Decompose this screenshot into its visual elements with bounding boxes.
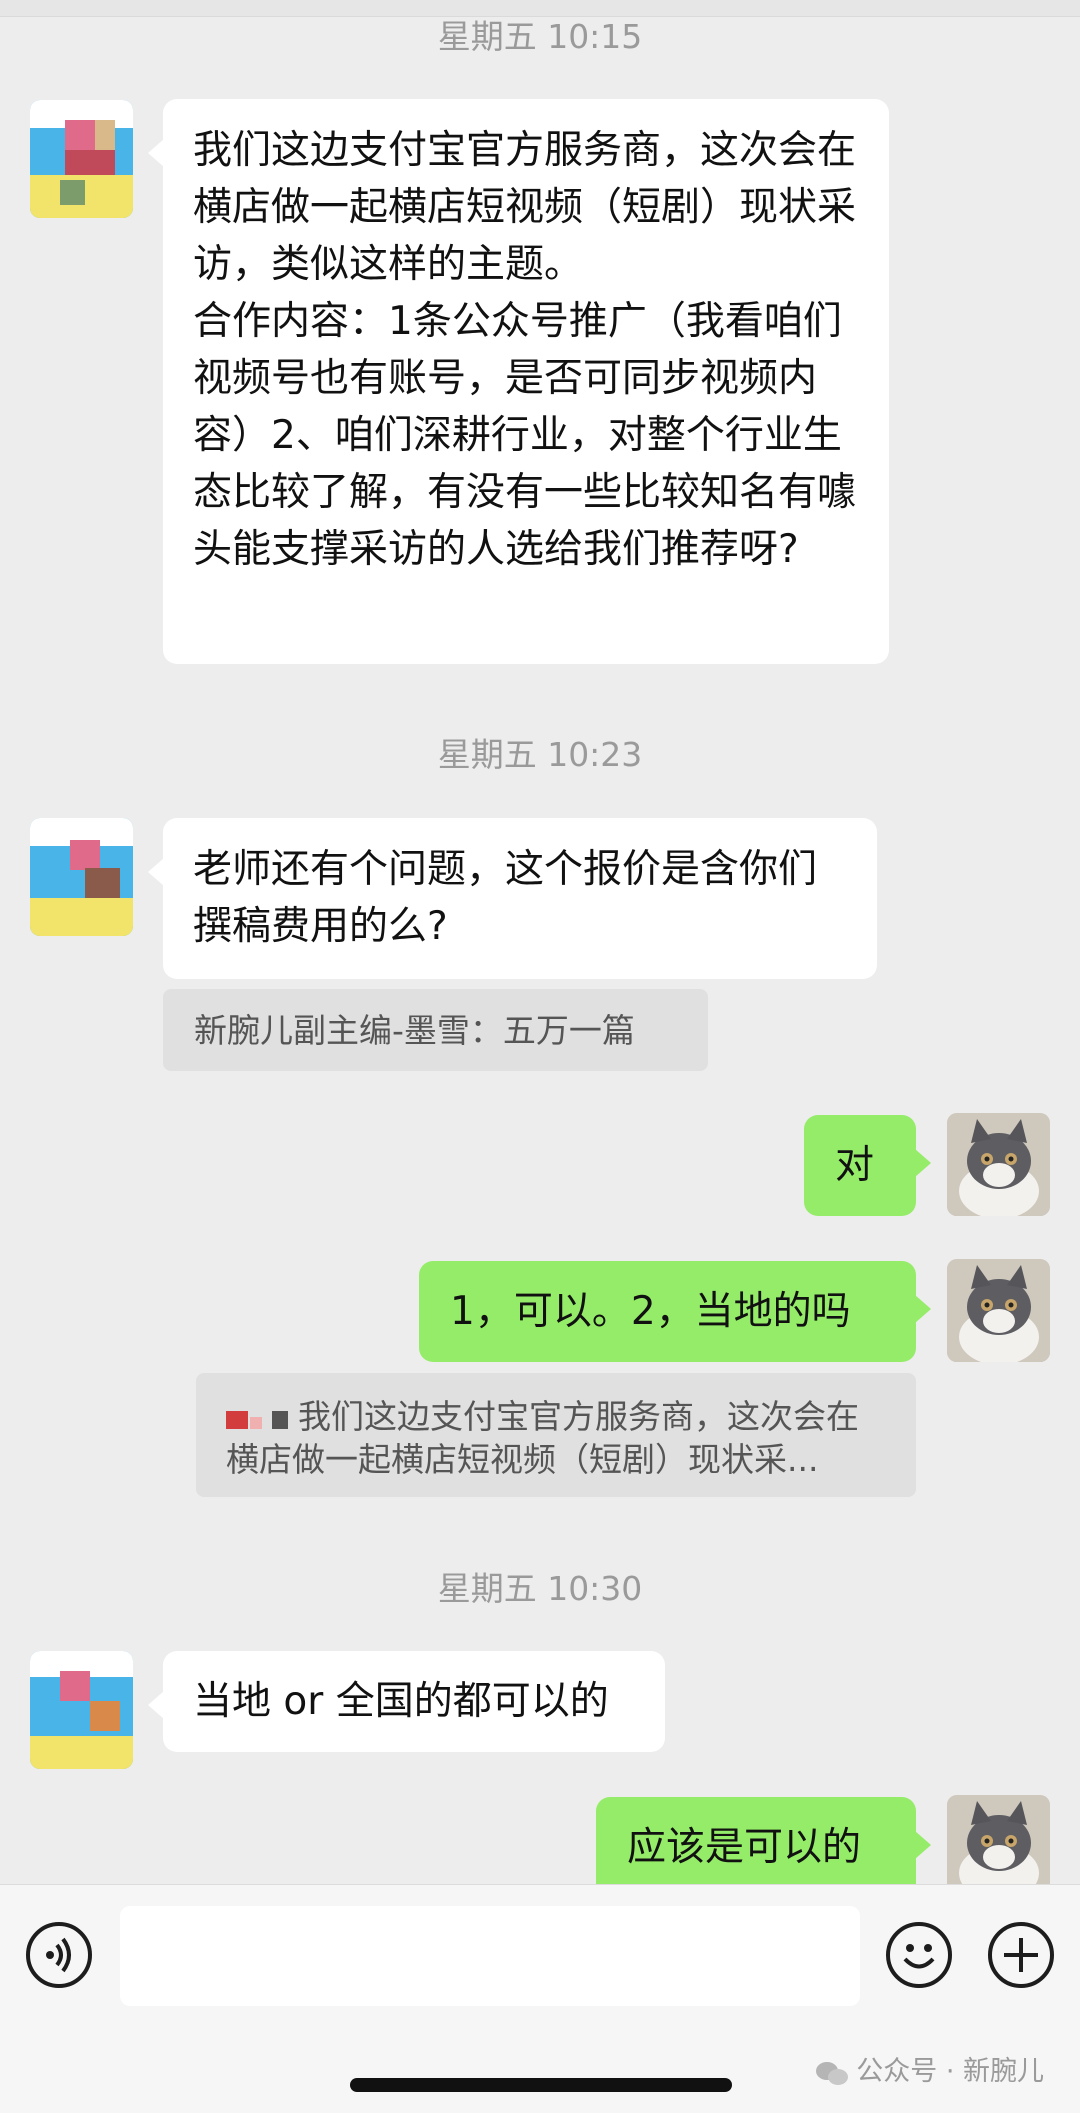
emoji-icon[interactable] (886, 1922, 952, 1988)
voice-icon[interactable] (26, 1922, 92, 1988)
contact-avatar[interactable] (30, 818, 133, 936)
sent-message[interactable]: 应该是可以的 (596, 1797, 931, 1898)
received-message[interactable]: 我们这边支付宝官方服务商，这次会在横店做一起横店短视频（短剧）现状采访，类似这样… (148, 99, 889, 664)
quoted-reply[interactable]: 新腕儿副主编-墨雪：五万一篇 (163, 989, 708, 1071)
received-message[interactable]: 老师还有个问题，这个报价是含你们撰稿费用的么? (148, 818, 877, 979)
message-input[interactable] (120, 1906, 860, 2006)
received-message[interactable]: 当地 or 全国的都可以的 (148, 1651, 665, 1752)
plus-icon[interactable] (988, 1922, 1054, 1988)
quoted-reply[interactable]: 我们这边支付宝官方服务商，这次会在横店做一起横店短视频（短剧）现状采... (196, 1373, 916, 1497)
wechat-icon (816, 2060, 850, 2086)
my-avatar[interactable] (947, 1113, 1050, 1216)
my-avatar[interactable] (947, 1259, 1050, 1362)
watermark: 公众号 · 新腕儿 (816, 2049, 1044, 2088)
contact-avatar[interactable] (30, 100, 133, 218)
sent-message[interactable]: 1，可以。2，当地的吗 (419, 1261, 931, 1362)
timestamp: 星期五 10:30 (437, 1569, 643, 1608)
quoted-text: 我们这边支付宝官方服务商，这次会在横店做一起横店短视频（短剧）现状采... (226, 1397, 859, 1479)
contact-avatar[interactable] (30, 1651, 133, 1769)
watermark-text: 公众号 · 新腕儿 (856, 2056, 1044, 2087)
my-avatar[interactable] (947, 1795, 1050, 1898)
timestamp: 星期五 10:23 (437, 735, 643, 774)
quoted-avatar-icon (226, 1409, 290, 1429)
timestamp: 星期五 10:15 (437, 17, 643, 56)
home-indicator[interactable] (350, 2078, 732, 2092)
sent-message[interactable]: 对 (804, 1115, 931, 1216)
